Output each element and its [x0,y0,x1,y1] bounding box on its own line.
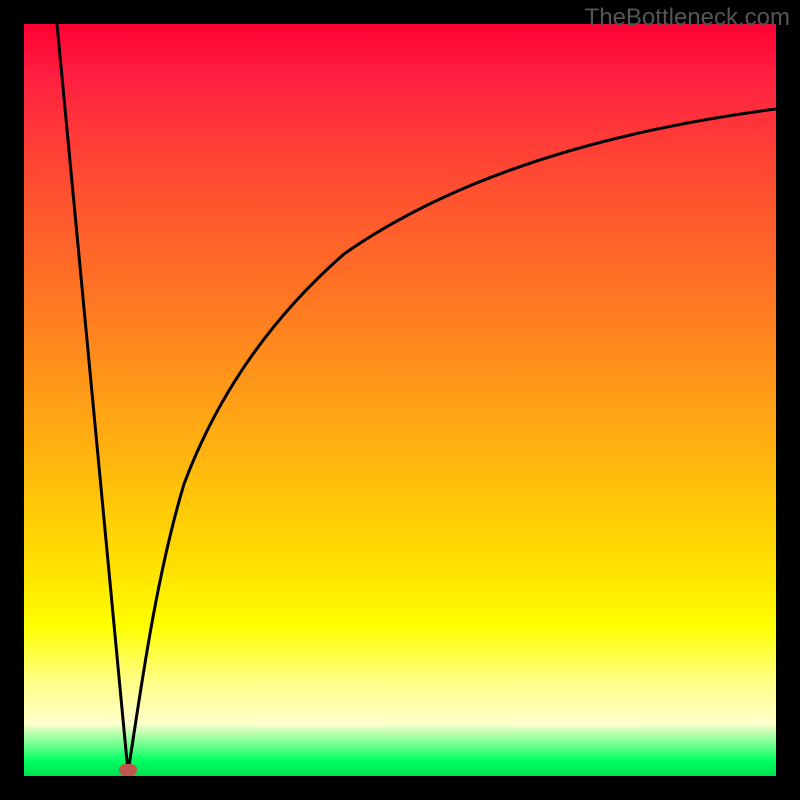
chart-curve [24,24,776,776]
chart-plot-area [24,24,776,776]
bottleneck-curve-path [57,24,776,772]
watermark-text: TheBottleneck.com [585,4,790,32]
minimum-marker [119,764,137,776]
